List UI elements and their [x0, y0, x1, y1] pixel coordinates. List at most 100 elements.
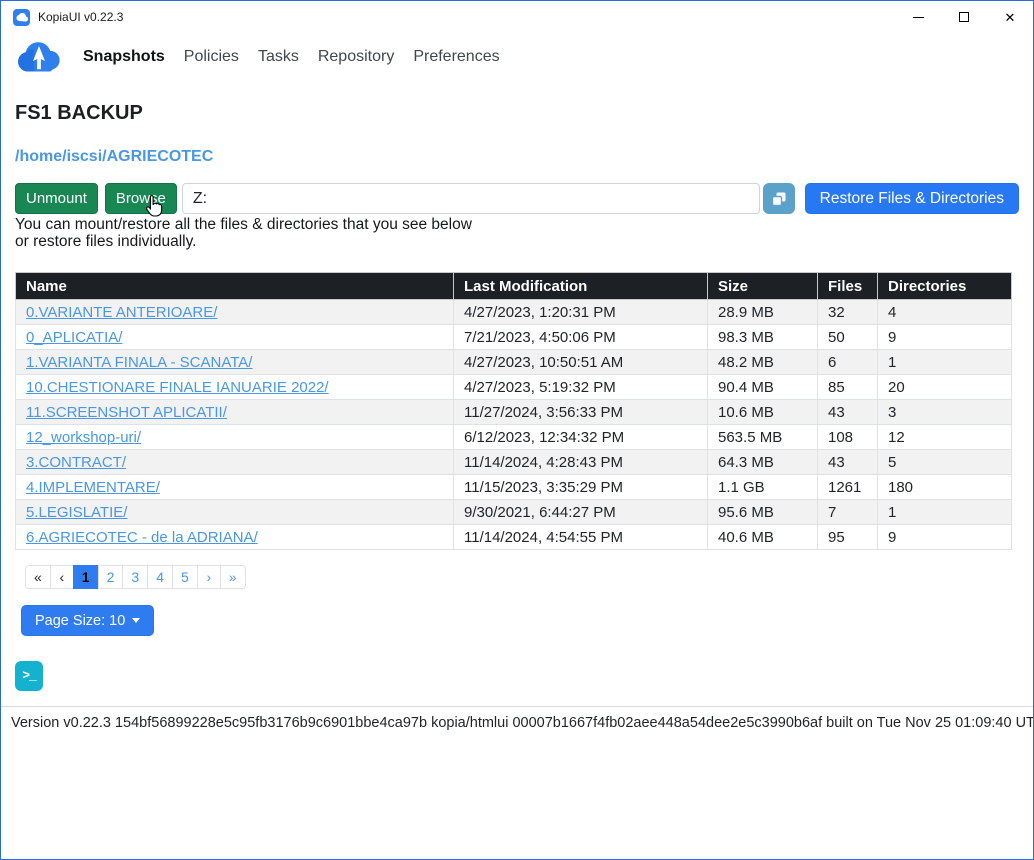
dir-link[interactable]: 1.VARIANTA FINALA - SCANATA/	[26, 354, 252, 371]
dir-name-cell: 3.CONTRACT/	[16, 450, 454, 475]
last-modification-cell: 11/15/2023, 3:35:29 PM	[454, 475, 708, 500]
dir-link[interactable]: 5.LEGISLATIE/	[26, 504, 127, 521]
dir-link[interactable]: 4.IMPLEMENTARE/	[26, 479, 160, 496]
directories-cell: 5	[878, 450, 1012, 475]
files-cell: 43	[818, 450, 878, 475]
directories-cell: 12	[878, 425, 1012, 450]
mount-description-line1: You can mount/restore all the files & di…	[15, 216, 1019, 233]
maximize-icon	[959, 12, 969, 22]
last-modification-cell: 4/27/2023, 10:50:51 AM	[454, 350, 708, 375]
next-page-button[interactable]: ›	[197, 565, 221, 589]
dir-name-cell: 4.IMPLEMENTARE/	[16, 475, 454, 500]
dir-name-cell: 11.SCREENSHOT APLICATII/	[16, 400, 454, 425]
restore-files-button[interactable]: Restore Files & Directories	[805, 183, 1019, 214]
mount-description-line2: or restore files individually.	[15, 233, 1019, 250]
column-header-name: Name	[16, 273, 454, 300]
nav-tabs: Snapshots Policies Tasks Repository Preferen…	[82, 46, 501, 68]
page-1-button[interactable]: 1	[73, 565, 99, 589]
dir-name-cell: 12_workshop-uri/	[16, 425, 454, 450]
dir-link[interactable]: 12_workshop-uri/	[26, 429, 141, 446]
directories-cell: 9	[878, 525, 1012, 550]
page-4-button[interactable]: 4	[147, 565, 173, 589]
terminal-button[interactable]: >_	[15, 661, 43, 691]
files-cell: 32	[818, 300, 878, 325]
terminal-icon: >_	[22, 668, 36, 683]
dir-link[interactable]: 10.CHESTIONARE FINALE IANUARIE 2022/	[26, 379, 329, 396]
mount-point-input[interactable]	[182, 183, 760, 214]
mount-row: Unmount Browse Restore Files & Directori…	[15, 183, 1019, 214]
nav-tab-snapshots[interactable]: Snapshots	[82, 46, 166, 68]
nav-tab-tasks[interactable]: Tasks	[257, 46, 300, 68]
first-page-button[interactable]: «	[25, 565, 51, 589]
dir-name-cell: 0_APLICATIA/	[16, 325, 454, 350]
files-cell: 1261	[818, 475, 878, 500]
files-cell: 108	[818, 425, 878, 450]
snapshot-table-body: 0.VARIANTE ANTERIOARE/4/27/2023, 1:20:31…	[16, 300, 1012, 550]
table-row: 4.IMPLEMENTARE/11/15/2023, 3:35:29 PM1.1…	[16, 475, 1012, 500]
directories-cell: 1	[878, 500, 1012, 525]
dir-link[interactable]: 0.VARIANTE ANTERIOARE/	[26, 304, 217, 321]
files-cell: 43	[818, 400, 878, 425]
last-page-button[interactable]: »	[220, 565, 246, 589]
files-cell: 85	[818, 375, 878, 400]
directories-cell: 4	[878, 300, 1012, 325]
directories-cell: 9	[878, 325, 1012, 350]
window-title: KopiaUI v0.22.3	[38, 10, 895, 24]
page-title: FS1 BACKUP	[15, 102, 1019, 125]
size-cell: 28.9 MB	[708, 300, 818, 325]
last-modification-cell: 11/27/2024, 3:56:33 PM	[454, 400, 708, 425]
version-footer: Version v0.22.3 154bf56899228e5c95fb3176…	[1, 707, 1033, 739]
size-cell: 64.3 MB	[708, 450, 818, 475]
copy-button[interactable]	[763, 183, 795, 214]
dir-link[interactable]: 6.AGRIECOTEC - de la ADRIANA/	[26, 529, 258, 546]
snapshot-table-header: NameLast ModificationSizeFilesDirectorie…	[16, 273, 1012, 300]
directories-cell: 180	[878, 475, 1012, 500]
unmount-button[interactable]: Unmount	[15, 183, 98, 214]
page-5-button[interactable]: 5	[172, 565, 198, 589]
column-header-directories: Directories	[878, 273, 1012, 300]
window-controls: ✕	[895, 1, 1033, 33]
table-row: 12_workshop-uri/6/12/2023, 12:34:32 PM56…	[16, 425, 1012, 450]
nav-tab-policies[interactable]: Policies	[183, 46, 240, 68]
nav-tab-repository[interactable]: Repository	[317, 46, 395, 68]
column-header-size: Size	[708, 273, 818, 300]
dir-name-cell: 5.LEGISLATIE/	[16, 500, 454, 525]
size-cell: 98.3 MB	[708, 325, 818, 350]
page-2-button[interactable]: 2	[98, 565, 124, 589]
files-cell: 7	[818, 500, 878, 525]
table-row: 11.SCREENSHOT APLICATII/11/27/2024, 3:56…	[16, 400, 1012, 425]
minimize-button[interactable]	[895, 1, 941, 33]
column-header-last-modification: Last Modification	[454, 273, 708, 300]
files-cell: 6	[818, 350, 878, 375]
browse-button[interactable]: Browse	[105, 183, 177, 214]
last-modification-cell: 7/21/2023, 4:50:06 PM	[454, 325, 708, 350]
page-3-button[interactable]: 3	[122, 565, 148, 589]
kopia-cloud-icon	[15, 40, 63, 73]
dir-name-cell: 1.VARIANTA FINALA - SCANATA/	[16, 350, 454, 375]
dir-link[interactable]: 11.SCREENSHOT APLICATII/	[26, 404, 227, 421]
snapshot-table: NameLast ModificationSizeFilesDirectorie…	[15, 272, 1012, 550]
size-cell: 90.4 MB	[708, 375, 818, 400]
last-modification-cell: 4/27/2023, 1:20:31 PM	[454, 300, 708, 325]
caret-down-icon	[132, 618, 140, 623]
directories-cell: 20	[878, 375, 1012, 400]
table-row: 5.LEGISLATIE/9/30/2021, 6:44:27 PM95.6 M…	[16, 500, 1012, 525]
page-size-dropdown[interactable]: Page Size: 10	[21, 605, 154, 636]
dir-name-cell: 10.CHESTIONARE FINALE IANUARIE 2022/	[16, 375, 454, 400]
last-modification-cell: 6/12/2023, 12:34:32 PM	[454, 425, 708, 450]
previous-page-button[interactable]: ‹	[50, 565, 74, 589]
size-cell: 563.5 MB	[708, 425, 818, 450]
size-cell: 95.6 MB	[708, 500, 818, 525]
last-modification-cell: 9/30/2021, 6:44:27 PM	[454, 500, 708, 525]
last-modification-cell: 4/27/2023, 5:19:32 PM	[454, 375, 708, 400]
dir-link[interactable]: 0_APLICATIA/	[26, 329, 122, 346]
minimize-icon	[913, 17, 924, 18]
title-bar: KopiaUI v0.22.3 ✕	[1, 1, 1033, 33]
dir-link[interactable]: 3.CONTRACT/	[26, 454, 126, 471]
maximize-button[interactable]	[941, 1, 987, 33]
table-row: 1.VARIANTA FINALA - SCANATA/4/27/2023, 1…	[16, 350, 1012, 375]
source-path-link[interactable]: /home/iscsi/AGRIECOTEC	[15, 148, 213, 166]
close-button[interactable]: ✕	[987, 1, 1033, 33]
nav-tab-preferences[interactable]: Preferences	[412, 46, 500, 68]
last-modification-cell: 11/14/2024, 4:54:55 PM	[454, 525, 708, 550]
